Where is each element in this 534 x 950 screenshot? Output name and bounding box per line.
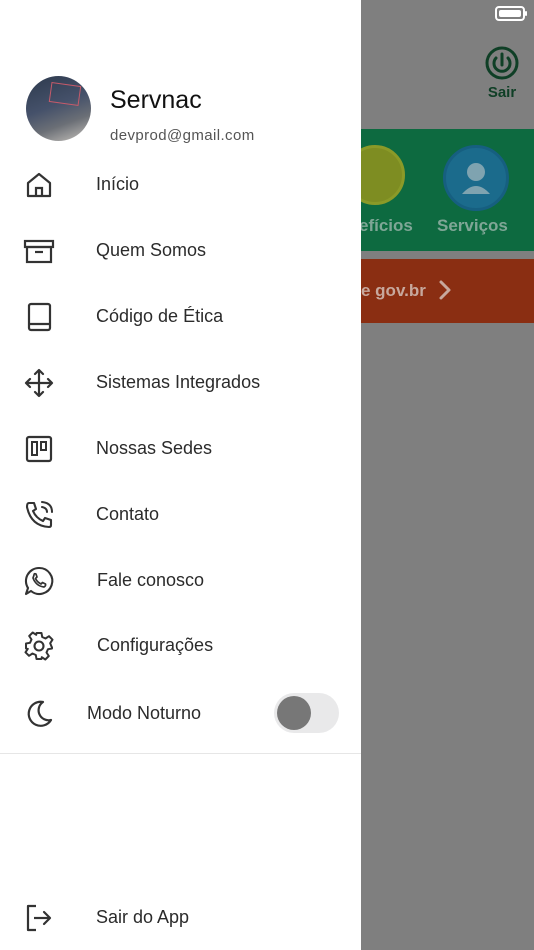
logout-top-label: Sair xyxy=(487,84,517,101)
menu-label: Fale conosco xyxy=(97,570,205,590)
chevron-right-icon xyxy=(439,280,451,300)
menu-label: Contato xyxy=(96,504,160,524)
menu-item-sair-do-app[interactable]: Sair do App xyxy=(0,887,361,947)
logout-top-button[interactable]: Sair xyxy=(478,46,526,101)
menu-item-fale-conosco[interactable]: Fale conosco xyxy=(0,550,361,610)
navigation-drawer: Servnac devprod@gmail.com Início Quem So… xyxy=(0,0,361,950)
whatsapp-icon xyxy=(23,565,55,597)
gov-banner-text: e gov.br xyxy=(361,281,426,300)
menu-item-nossas-sedes[interactable]: Nossas Sedes xyxy=(0,418,361,478)
menu-item-quem-somos[interactable]: Quem Somos xyxy=(0,220,361,280)
menu-label: Configurações xyxy=(97,635,214,655)
attendant-icon xyxy=(462,163,490,194)
profile-name: Servnac xyxy=(110,86,202,114)
avatar[interactable] xyxy=(26,76,91,141)
phone-icon xyxy=(23,499,55,531)
beneficios-tile-label: efícios xyxy=(359,216,413,235)
profile-email: devprod@gmail.com xyxy=(110,127,255,144)
logout-icon xyxy=(23,902,55,934)
home-icon xyxy=(23,169,55,201)
menu-item-sistemas-integrados[interactable]: Sistemas Integrados xyxy=(0,352,361,412)
book-icon xyxy=(23,301,55,333)
move-icon xyxy=(23,367,55,399)
gear-icon xyxy=(23,630,55,662)
night-mode-toggle[interactable] xyxy=(274,693,339,733)
servicos-tile-label: Serviços xyxy=(437,216,508,235)
menu-label: Quem Somos xyxy=(96,240,207,260)
menu-item-codigo-etica[interactable]: Código de Ética xyxy=(0,286,361,346)
menu-label: Nossas Sedes xyxy=(96,438,213,458)
divider xyxy=(0,753,361,754)
battery-icon xyxy=(495,6,527,21)
night-mode-label: Modo Noturno xyxy=(87,703,202,723)
archive-icon xyxy=(23,235,55,267)
menu-item-inicio[interactable]: Início xyxy=(0,154,361,214)
menu-label: Sistemas Integrados xyxy=(96,372,261,392)
menu-item-configuracoes[interactable]: Configurações xyxy=(0,615,361,675)
menu-label: Código de Ética xyxy=(96,306,224,326)
power-icon xyxy=(485,46,519,80)
kanban-icon xyxy=(23,433,55,465)
toggle-knob xyxy=(277,696,311,730)
menu-label: Início xyxy=(96,174,140,194)
moon-icon xyxy=(23,698,55,730)
servicos-tile-icon[interactable] xyxy=(443,145,509,211)
menu-label: Sair do App xyxy=(96,907,190,927)
menu-item-contato[interactable]: Contato xyxy=(0,484,361,544)
